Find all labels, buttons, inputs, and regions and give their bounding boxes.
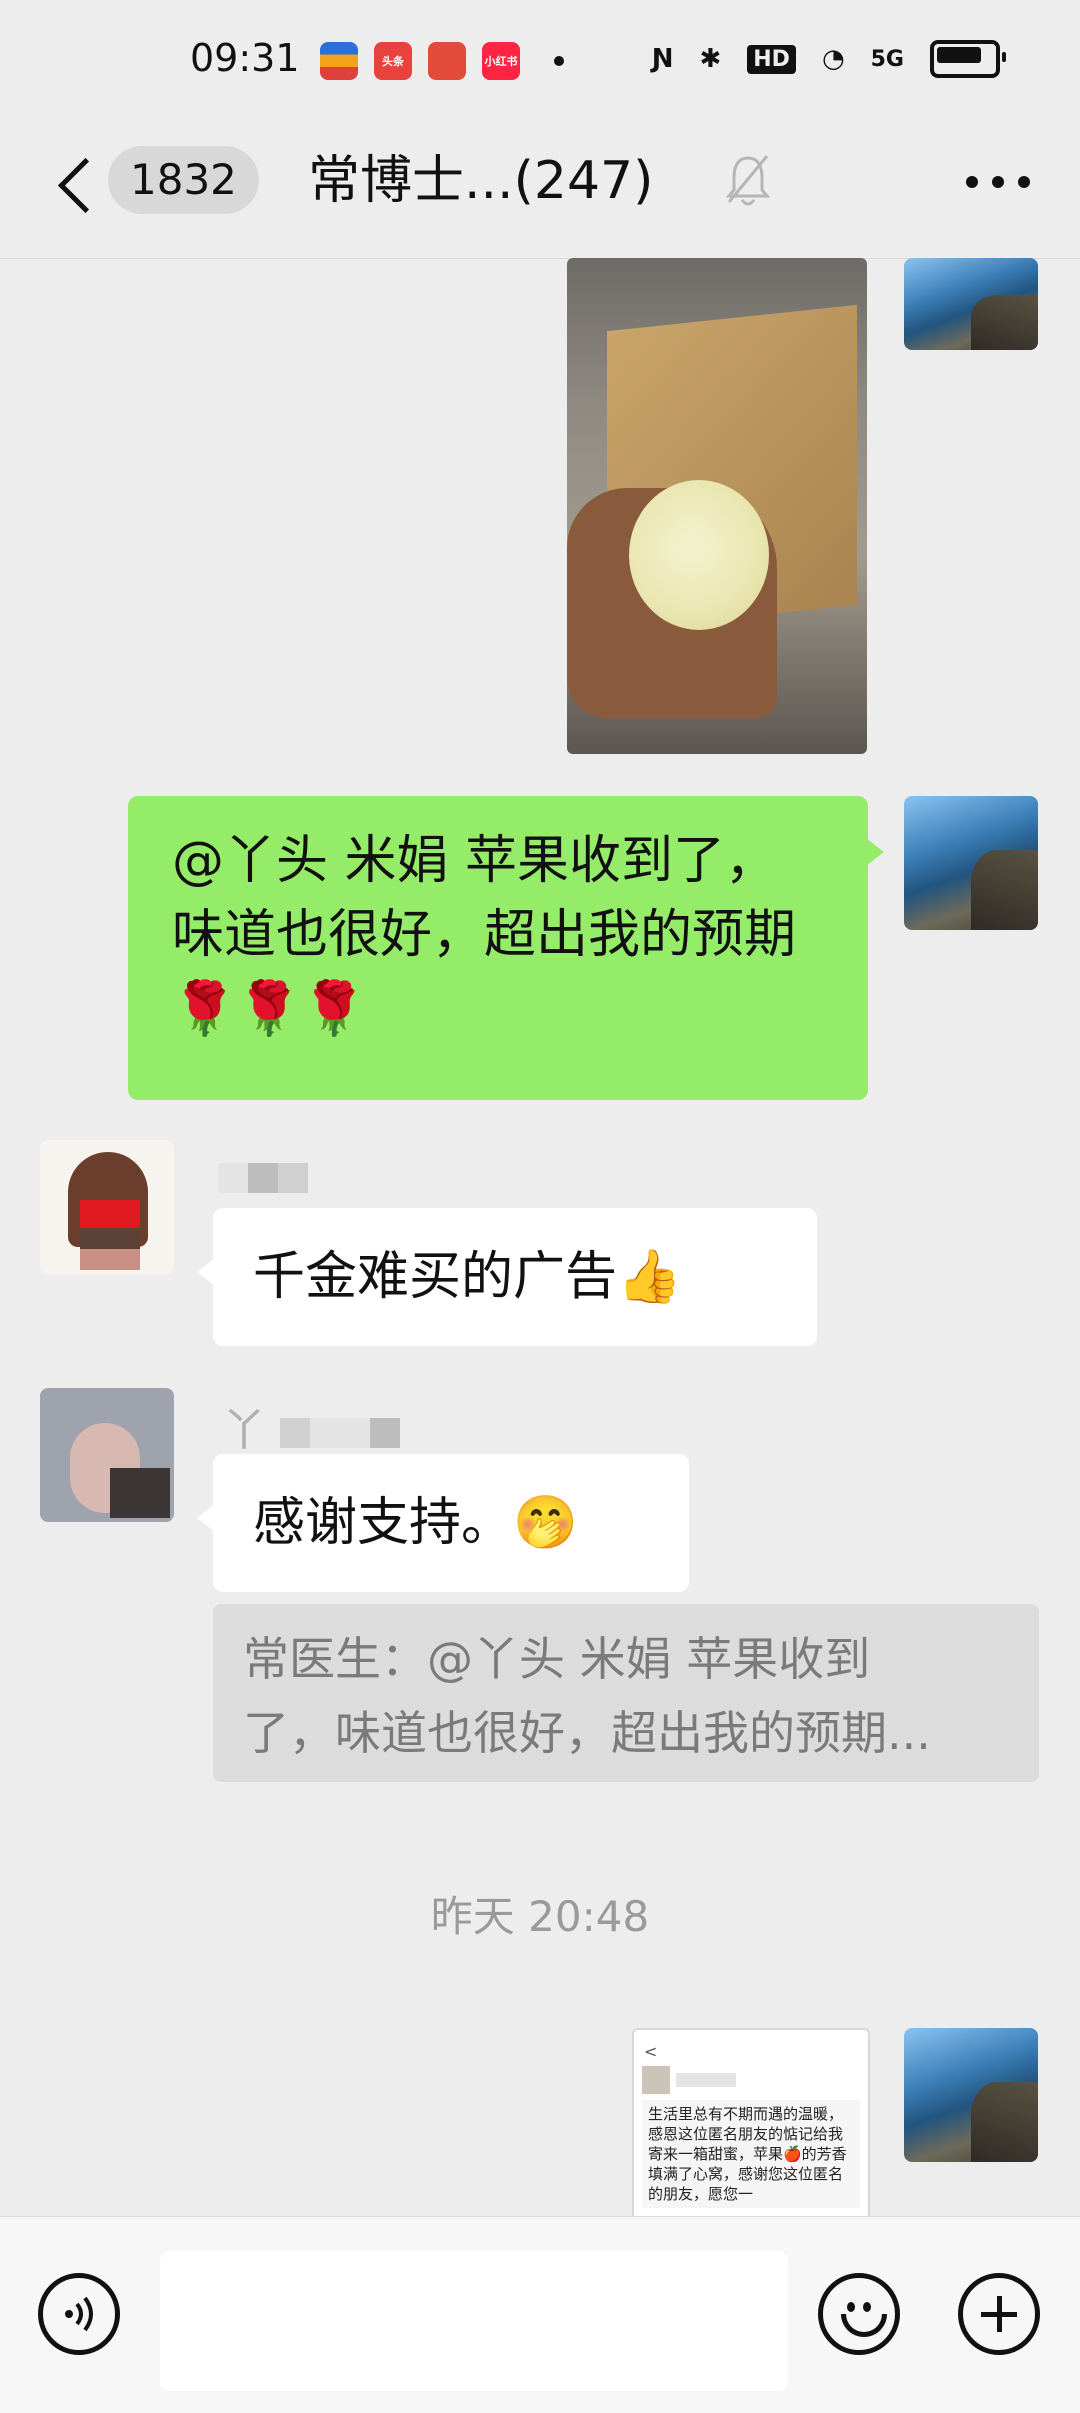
chat-header: 1832 常博士...(247) — [0, 120, 1080, 259]
hd-icon: HD — [747, 44, 796, 74]
more-options-icon[interactable] — [966, 176, 1030, 188]
screenshot-header: < — [644, 2042, 658, 2061]
reply-ad-bubble[interactable]: 千金难买的广告👍 — [197, 1208, 817, 1346]
quote-line: 了，味道也很好，超出我的预期... — [243, 1706, 931, 1760]
chat-message-list[interactable]: @丫头 米娟 苹果收到了，味道也很好，超出我的预期🌹🌹🌹 千金难买的广告👍 丫 … — [0, 258, 1080, 2216]
photo-message[interactable] — [567, 258, 867, 754]
chat-title[interactable]: 常博士...(247) — [308, 148, 653, 214]
toutiao-app-icon: 头条 — [374, 42, 412, 80]
message-input[interactable] — [160, 2251, 788, 2391]
notification-dot-icon — [554, 56, 564, 66]
voice-input-icon[interactable] — [38, 2273, 120, 2355]
mute-bell-icon — [725, 155, 771, 206]
news-app-icon — [428, 42, 466, 80]
my-avatar[interactable] — [904, 796, 1038, 930]
photo-apple-image — [629, 480, 769, 630]
more-actions-plus-icon[interactable] — [958, 2273, 1040, 2355]
my-text-bubble[interactable]: @丫头 米娟 苹果收到了，味道也很好，超出我的预期🌹🌹🌹 — [128, 796, 884, 1100]
message-timestamp: 昨天 20:48 — [430, 1892, 650, 1941]
screenshot-image-message[interactable]: < 生活里总有不期而遇的温暖，感恩这位匿名朋友的惦记给我寄来一箱甜蜜，苹果🍎的芳… — [632, 2028, 870, 2216]
xiaohongshu-app-icon: 小红书 — [482, 42, 520, 80]
wifi-icon: ◔ — [821, 44, 845, 74]
quoted-message[interactable]: 常医生：@丫头 米娟 苹果收到 了，味道也很好，超出我的预期... — [213, 1604, 1039, 1782]
quote-line: 常医生：@丫头 米娟 苹果收到 — [243, 1632, 871, 1686]
screenshot-avatar — [642, 2066, 670, 2094]
my-avatar[interactable] — [904, 2028, 1038, 2162]
emoji-icon[interactable] — [818, 2273, 900, 2355]
sender-name-partial: 丫 — [222, 1394, 400, 1456]
status-time: 09:31 — [190, 36, 300, 80]
status-bar: 09:31 头条 小红书 Ɲ ✱ HD ◔ 5G — [0, 0, 1080, 120]
reply-thanks-bubble[interactable]: 感谢支持。🤭 — [197, 1454, 689, 1592]
status-app-icons: 头条 小红书 — [320, 42, 564, 80]
member-avatar[interactable] — [40, 1140, 174, 1274]
status-indicators: Ɲ ✱ HD ◔ 5G — [651, 40, 1006, 78]
signal-icon: 5G — [870, 46, 904, 72]
input-bar — [0, 2216, 1080, 2413]
member-avatar[interactable] — [40, 1388, 174, 1522]
my-avatar[interactable] — [904, 258, 1038, 350]
wallet-app-icon — [320, 42, 358, 80]
screenshot-text: 生活里总有不期而遇的温暖，感恩这位匿名朋友的惦记给我寄来一箱甜蜜，苹果🍎的芳香填… — [642, 2100, 860, 2208]
unread-count-badge[interactable]: 1832 — [108, 146, 259, 214]
nfc-icon: Ɲ — [651, 44, 674, 74]
sender-name-blurred — [218, 1150, 308, 1204]
back-arrow-icon[interactable] — [54, 150, 94, 220]
battery-icon — [930, 40, 1006, 78]
bluetooth-icon: ✱ — [699, 44, 722, 74]
